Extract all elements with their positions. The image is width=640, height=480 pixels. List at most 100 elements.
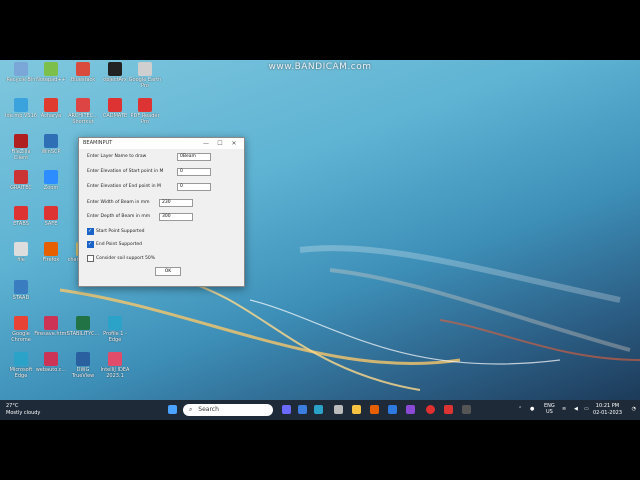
app-icon [138, 98, 152, 112]
beam-width-label: Enter Width of Beam in mm [87, 200, 150, 205]
desktop-icon[interactable]: Google Chrome [4, 316, 38, 343]
dialog-titlebar[interactable]: BEAMINPUT — ☐ ✕ [79, 138, 244, 149]
desktop-icon[interactable]: Ide.mp VS16 [4, 98, 38, 119]
desktop-icon-label: Acharya [40, 113, 62, 119]
media-icon[interactable] [462, 405, 471, 414]
end-supported-label: End Point Supported [96, 242, 142, 247]
minimize-button[interactable]: — [199, 138, 213, 149]
widgets-icon[interactable] [298, 405, 307, 414]
app-icon [44, 242, 58, 256]
desktop-icon[interactable]: Recycle Bin [4, 62, 38, 83]
app-icon[interactable] [334, 405, 343, 414]
app-icon [14, 280, 28, 294]
chevron-up-icon[interactable]: ⌃ [518, 406, 522, 412]
wifi-icon[interactable]: ≋ [562, 406, 566, 412]
desktop-icon[interactable]: PDF Reader Pro [128, 98, 162, 125]
desktop-icon[interactable]: DWG TrueView [66, 352, 100, 379]
desktop-icon[interactable]: FileZilla Client [4, 134, 38, 161]
desktop-icon[interactable]: Bluestack [66, 62, 100, 83]
desktop-icon-label: WinSCP [41, 149, 61, 155]
app-icon [44, 206, 58, 220]
record-icon[interactable] [426, 405, 435, 414]
firefox-icon[interactable] [370, 405, 379, 414]
soil-support-checkbox[interactable]: Consider soil support 50% [87, 255, 155, 262]
desktop-icon[interactable]: WinSCP [34, 134, 68, 155]
start-supported-label: Start Point Supported [96, 229, 145, 234]
language-indicator[interactable]: ENG US [544, 403, 555, 415]
desktop-icon-label: STABILITYC... [66, 331, 100, 337]
start-elevation-input[interactable]: 0 [177, 168, 211, 176]
desktop-icon[interactable]: CADMATE [98, 98, 132, 119]
weather-widget[interactable]: 27°C Mostly cloudy [6, 403, 40, 417]
desktop-icon[interactable]: STABILITYC... [66, 316, 100, 337]
desktop-icon-label: Google Chrome [11, 331, 31, 343]
desktop-icon[interactable]: GRAITEC [4, 170, 38, 191]
desktop-icon-label: objectArx [103, 77, 127, 83]
battery-icon[interactable]: ▭ [584, 406, 589, 412]
desktop-icon-label: Firesave.html [34, 331, 68, 337]
app-icon [44, 98, 58, 112]
desktop-icon[interactable]: SAFE [34, 206, 68, 227]
desktop-icon[interactable]: Acharya [34, 98, 68, 119]
maximize-button[interactable]: ☐ [213, 138, 227, 149]
desktop-icon[interactable]: Zoom [34, 170, 68, 191]
start-icon[interactable] [168, 405, 177, 414]
search-icon: ⌕ [189, 406, 193, 413]
mic-icon[interactable]: ● [530, 406, 534, 412]
app-icon [76, 62, 90, 76]
taskbar: 27°C Mostly cloudy ⌕ Search ⌃ ● ENG US ≋… [0, 400, 640, 420]
desktop-icon[interactable]: Notepad++ [34, 62, 68, 83]
desktop-icon[interactable]: Profile 1 - Edge [98, 316, 132, 343]
desktop-icon[interactable]: Firefox [34, 242, 68, 263]
desktop-icon[interactable]: Microsoft Edge [4, 352, 38, 379]
desktop-icon-label: Recycle Bin [6, 77, 36, 83]
app-icon [44, 134, 58, 148]
beam-depth-input[interactable]: 300 [159, 213, 193, 221]
autocad-icon[interactable] [444, 405, 453, 414]
clock-date: 02-01-2023 [592, 410, 622, 416]
desktop-icon-label: Firefox [42, 257, 60, 263]
edge-icon[interactable] [314, 405, 323, 414]
desktop-icon[interactable]: Google Earth Pro [128, 62, 162, 89]
desktop: www.BANDICAM.com Recycle Bin Notepad++ Blu… [0, 60, 640, 420]
visual-studio-icon[interactable] [406, 405, 415, 414]
weather-desc: Mostly cloudy [6, 410, 41, 416]
taskbar-search[interactable]: ⌕ Search [183, 404, 273, 416]
app-icon [108, 316, 122, 330]
end-elevation-input[interactable]: 0 [177, 183, 211, 191]
file-explorer-icon[interactable] [352, 405, 361, 414]
desktop-icon-label: DWG TrueView [71, 367, 95, 379]
layer-name-input[interactable]: 0Beam [177, 153, 211, 161]
weather-temp: 27°C [6, 403, 19, 409]
desktop-icon[interactable]: webauto.c... [34, 352, 68, 373]
notification-bell-icon[interactable]: ◔ [632, 406, 636, 412]
beam-width-input[interactable]: 230 [159, 199, 193, 207]
desktop-icon-label: Bluestack [70, 77, 96, 83]
app-icon [138, 62, 152, 76]
desktop-icon[interactable]: objectArx [98, 62, 132, 83]
desktop-icon[interactable]: ETABS [4, 206, 38, 227]
start-supported-checkbox[interactable]: Start Point Supported [87, 228, 144, 235]
app-icon [76, 352, 90, 366]
vscode-icon[interactable] [388, 405, 397, 414]
app-icon [108, 98, 122, 112]
close-button[interactable]: ✕ [227, 138, 241, 149]
desktop-icon[interactable]: Firesave.html [34, 316, 68, 337]
app-icon [44, 352, 58, 366]
desktop-icon-label: webauto.c... [35, 367, 67, 373]
clock[interactable]: 10:21 PM 02-01-2023 [593, 403, 622, 417]
volume-icon[interactable]: ◀ [574, 406, 578, 412]
desktop-icon[interactable]: ARCHITEC... Shortcut [66, 98, 100, 125]
desktop-icon[interactable]: IntelliJ IDEA 2023.1 [98, 352, 132, 379]
teams-icon[interactable] [282, 405, 291, 414]
end-supported-checkbox[interactable]: End Point Supported [87, 241, 142, 248]
desktop-icon[interactable]: STAAD [4, 280, 38, 301]
app-icon [14, 206, 28, 220]
search-placeholder: Search [198, 406, 219, 413]
start-elevation-label: Enter Elevation of Start point in M [87, 169, 164, 174]
checkbox-checked-icon [87, 241, 94, 248]
ok-button[interactable]: OK [155, 267, 181, 276]
desktop-icon[interactable]: file [4, 242, 38, 263]
desktop-icon-label: ETABS [13, 221, 29, 227]
desktop-icon-label: Ide.mp VS16 [5, 113, 37, 119]
